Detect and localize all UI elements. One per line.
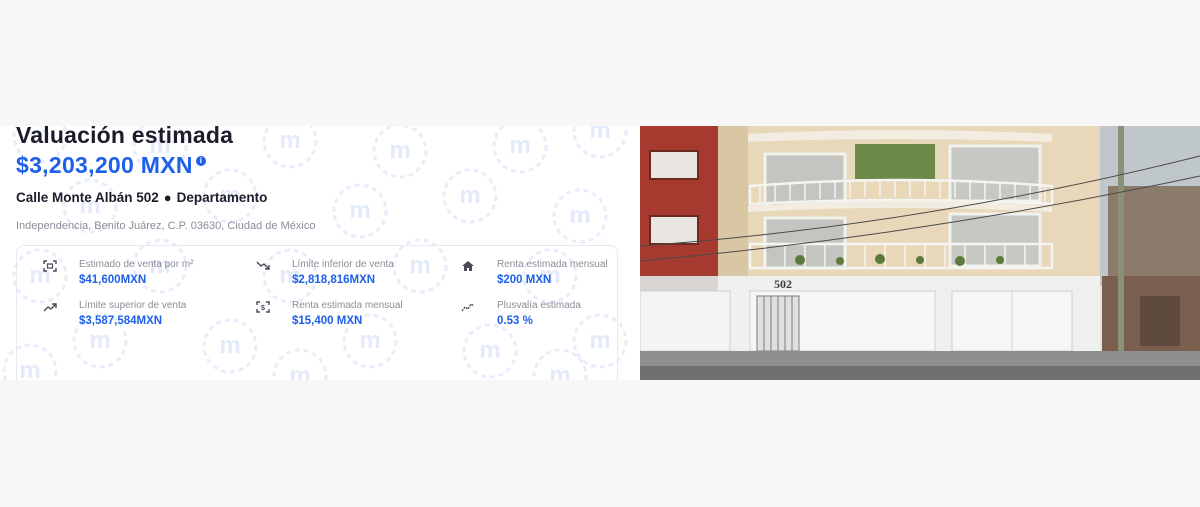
location-text: Independencia, Benito Juárez, C.P. 03630…	[16, 220, 316, 232]
stat-price-per-m2: Estimado de venta por m² $41,600MXN	[43, 259, 233, 293]
building-illustration: 502	[640, 126, 1200, 380]
stat-appreciation: Plusvalía estimada 0.53 %	[461, 300, 617, 334]
separator-dot: ●	[163, 190, 172, 205]
stat-lower-limit: Límite inferior de venta $2,818,816MXN	[256, 259, 446, 293]
stat-label: Renta estimada mensual	[497, 259, 608, 270]
house-icon	[462, 261, 474, 271]
estimated-price: $3,203,200 MXN	[16, 152, 193, 178]
info-icon[interactable]: i	[195, 156, 206, 166]
scan-area-icon	[43, 260, 57, 272]
stat-label: Límite inferior de venta	[292, 259, 394, 270]
svg-text:$: $	[261, 305, 265, 312]
street-address: Calle Monte Albán 502	[16, 190, 159, 205]
property-type: Departamento	[176, 190, 268, 205]
stat-value: $3,587,584MXN	[79, 315, 163, 327]
money-scan-icon: $	[256, 301, 270, 313]
stat-value: $200 MXN	[497, 274, 552, 286]
valuation-title: Valuación estimada	[16, 126, 234, 148]
stat-value: $41,600MXN	[79, 274, 147, 286]
stat-value: $15,400 MXN	[292, 315, 363, 327]
chart-line-icon	[461, 303, 475, 312]
stat-value: 0.53 %	[497, 315, 533, 327]
stat-label: Estimado de venta por m²	[79, 259, 194, 270]
address-line: Calle Monte Albán 502 ● Departamento	[16, 190, 267, 205]
stat-label: Límite superior de venta	[79, 300, 187, 311]
listing-strip: m Valuación estimada $3,203,200 MXN i Ca…	[0, 126, 1200, 380]
stat-value: $2,818,816MXN	[292, 274, 376, 286]
stat-rent-monthly-b: $ Renta estimada mensual $15,400 MXN	[256, 300, 446, 334]
stat-label: Renta estimada mensual	[292, 300, 403, 311]
stats-card: Estimado de venta por m² $41,600MXN Lími…	[16, 245, 618, 380]
stat-label: Plusvalía estimada	[497, 300, 581, 311]
street-view-photo: 502	[640, 126, 1200, 380]
price-row: $3,203,200 MXN i	[16, 152, 206, 179]
valuation-panel: m Valuación estimada $3,203,200 MXN i Ca…	[0, 126, 640, 380]
building-number: 502	[774, 277, 792, 291]
trend-up-icon	[43, 303, 57, 312]
trend-down-icon	[256, 261, 270, 270]
stat-upper-limit: Límite superior de venta $3,587,584MXN	[43, 300, 233, 334]
stat-rent-monthly-a: Renta estimada mensual $200 MXN	[461, 259, 617, 293]
